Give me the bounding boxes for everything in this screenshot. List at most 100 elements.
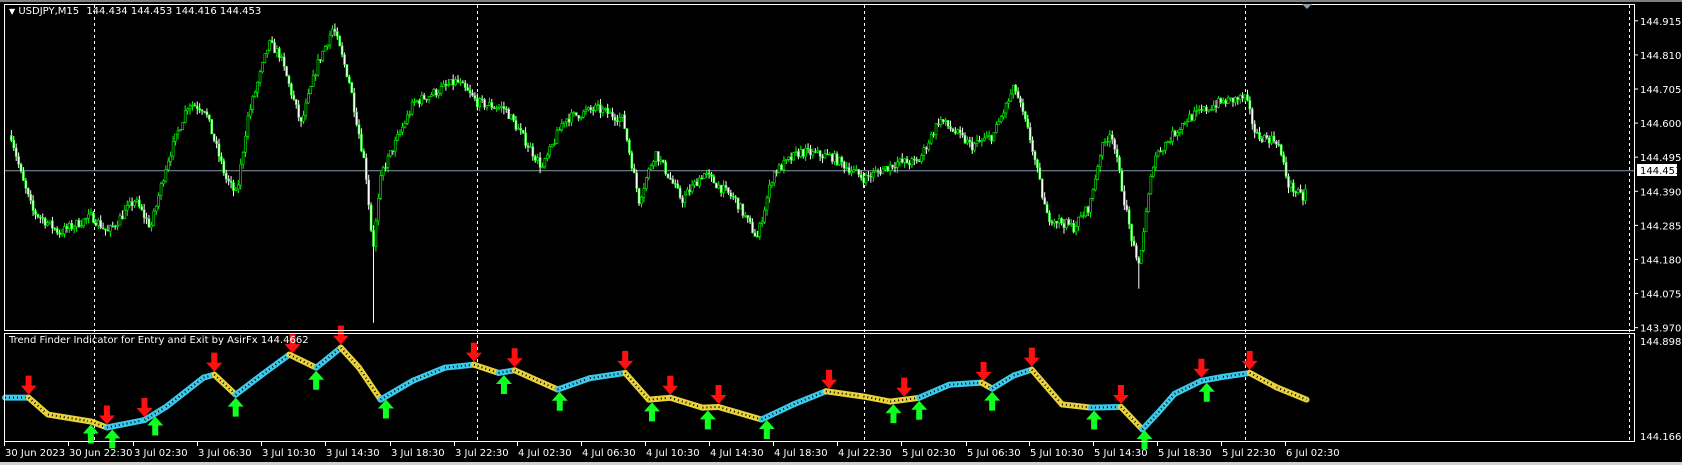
bull-candle — [1081, 215, 1085, 218]
bear-candle — [1219, 97, 1223, 103]
bear-candle — [41, 217, 45, 220]
bull-candle — [1176, 132, 1179, 136]
bull-candle — [1079, 215, 1083, 218]
buy-arrow-icon — [104, 429, 121, 449]
bear-candle — [507, 108, 511, 120]
bull-candle — [311, 75, 315, 87]
bear-candle — [19, 163, 23, 172]
collapse-triangle-icon[interactable]: ▼ — [9, 7, 15, 16]
bear-candle — [715, 182, 718, 189]
bull-candle — [608, 111, 612, 114]
bull-candle — [995, 124, 998, 133]
bear-candle — [1118, 156, 1121, 172]
bull-candle — [649, 165, 653, 170]
bull-candle — [188, 105, 192, 110]
bear-candle — [14, 147, 18, 157]
bear-candle — [355, 111, 358, 125]
bull-candle — [256, 82, 259, 93]
bull-candle — [698, 177, 701, 187]
bear-candle — [958, 129, 962, 134]
bull-candle — [705, 172, 708, 175]
bear-candle — [345, 64, 349, 78]
bull-candle — [386, 155, 390, 168]
bear-candle — [1125, 204, 1129, 211]
bull-candle — [548, 146, 552, 156]
bear-candle — [978, 140, 981, 142]
bull-candle — [992, 132, 996, 142]
bear-candle — [635, 172, 638, 189]
bear-candle — [92, 212, 95, 223]
bear-candle — [661, 159, 665, 163]
bull-candle — [171, 140, 175, 157]
bear-candle — [1127, 209, 1131, 225]
bear-candle — [968, 139, 972, 143]
bull-candle — [46, 222, 49, 226]
bear-candle — [937, 123, 940, 126]
bull-candle — [186, 108, 189, 112]
bull-candle — [985, 135, 989, 139]
bear-candle — [908, 162, 911, 166]
bull-candle — [393, 139, 397, 152]
bear-candle — [842, 161, 846, 169]
bear-candle — [422, 94, 426, 100]
indicator-segment-down — [715, 403, 765, 423]
bull-candle — [125, 205, 129, 211]
bull-candle — [1103, 141, 1107, 144]
bear-candle — [859, 174, 863, 179]
bear-candle — [130, 201, 134, 207]
bear-candle — [55, 228, 59, 233]
bear-candle — [719, 184, 723, 194]
chart-shift-marker[interactable] — [1302, 4, 1312, 9]
bear-candle — [364, 157, 368, 181]
bear-candle — [1173, 130, 1177, 136]
buy-arrow-icon — [699, 410, 716, 430]
bull-candle — [237, 184, 240, 190]
bear-candle — [867, 174, 870, 177]
bull-candle — [1106, 141, 1109, 143]
bull-candle — [794, 151, 798, 153]
bull-candle — [896, 161, 899, 168]
bull-candle — [84, 217, 88, 220]
bear-candle — [70, 223, 74, 230]
bear-candle — [1301, 191, 1305, 201]
bear-candle — [1028, 126, 1032, 141]
bear-candle — [466, 87, 469, 91]
time-tick-label: 4 Jul 22:30 — [838, 448, 892, 459]
bear-candle — [26, 187, 30, 195]
bear-candle — [31, 200, 35, 211]
bull-candle — [500, 106, 503, 108]
bull-candle — [536, 157, 539, 161]
bull-candle — [63, 226, 66, 235]
bull-candle — [427, 96, 431, 101]
bull-candle — [1234, 97, 1237, 103]
bull-candle — [432, 89, 436, 96]
bull-candle — [693, 181, 696, 186]
bull-candle — [1180, 123, 1184, 130]
bear-candle — [900, 158, 904, 163]
time-tick-label: 3 Jul 06:30 — [198, 448, 252, 459]
bear-candle — [961, 132, 964, 136]
bull-candle — [509, 114, 513, 120]
bear-candle — [34, 210, 37, 215]
bear-candle — [1060, 218, 1063, 224]
bear-candle — [285, 66, 288, 77]
bear-candle — [444, 83, 448, 86]
bull-candle — [488, 102, 491, 106]
chart-canvas[interactable]: 144.915 144.810 144.705 144.600 144.495 144.3… — [0, 0, 1682, 465]
bull-candle — [123, 209, 127, 220]
bear-candle — [753, 232, 757, 237]
time-tick-label: 5 Jul 06:30 — [967, 448, 1021, 459]
bear-candle — [676, 183, 679, 189]
bull-candle — [60, 233, 64, 236]
bear-candle — [613, 116, 617, 121]
bear-candle — [729, 192, 733, 197]
time-axis: 30 Jun 2023 30 Jun 22:30 3 Jul 02:30 3 Jul … — [4, 442, 1340, 459]
bull-candle — [558, 129, 561, 132]
bull-candle — [785, 159, 788, 161]
bear-candle — [1072, 223, 1075, 233]
bear-candle — [1255, 132, 1259, 134]
bear-candle — [949, 126, 952, 130]
bull-candle — [758, 222, 762, 237]
bull-candle — [403, 123, 407, 128]
bull-candle — [398, 131, 402, 135]
